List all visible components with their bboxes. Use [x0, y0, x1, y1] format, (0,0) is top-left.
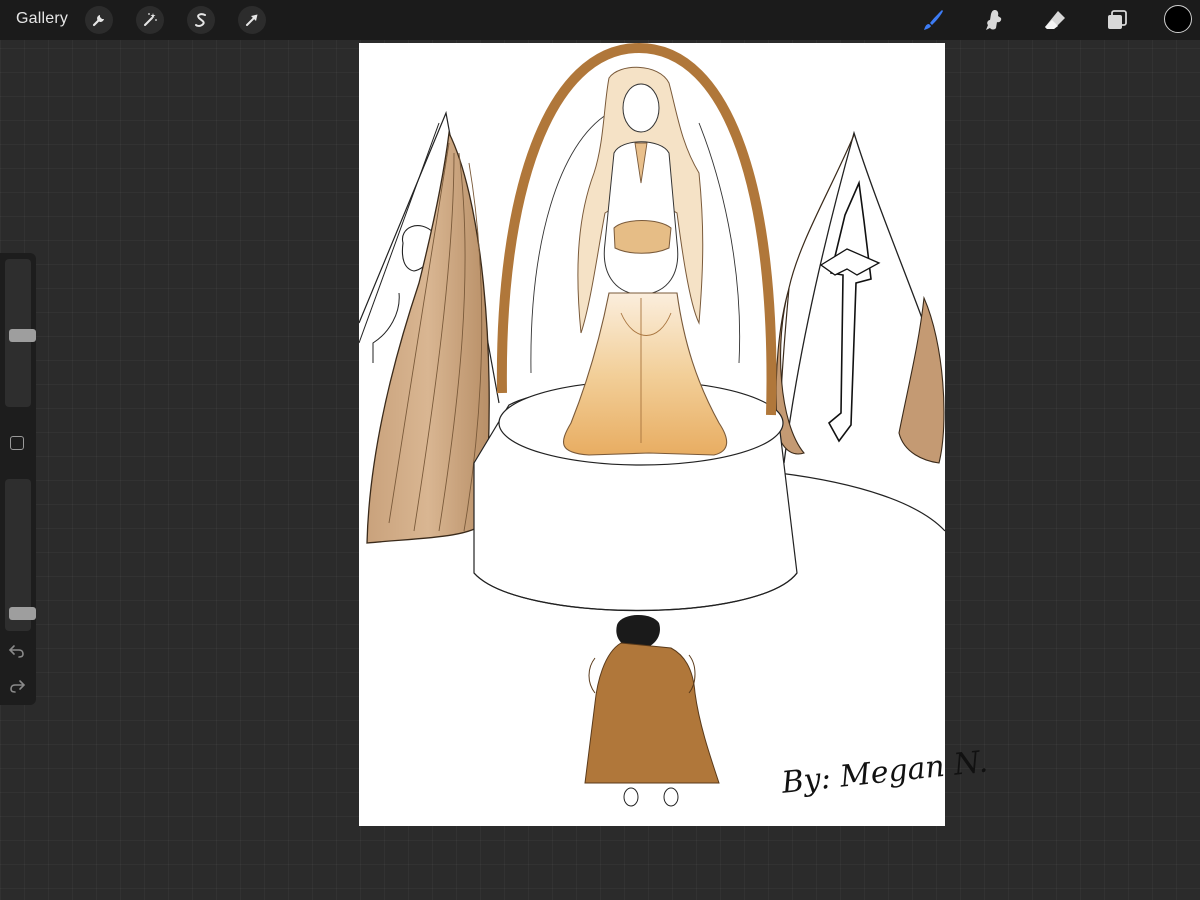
floor-line — [778, 472, 945, 532]
left-sidebar — [0, 253, 36, 705]
brush-size-slider-thumb[interactable] — [9, 329, 36, 343]
smudge-icon[interactable] — [980, 6, 1008, 34]
kneeler-robe — [584, 642, 720, 784]
wrench-icon[interactable] — [85, 6, 113, 34]
brush-size-slider[interactable] — [5, 259, 36, 407]
left-curtain — [366, 130, 490, 544]
arrow-cursor-icon[interactable] — [238, 6, 266, 34]
color-picker-button[interactable] — [1164, 5, 1192, 33]
artwork-drawing — [359, 43, 945, 807]
layers-icon[interactable] — [1103, 6, 1131, 34]
undo-icon[interactable] — [8, 642, 28, 662]
top-toolbar: Gallery — [0, 0, 1200, 40]
brush-icon[interactable] — [919, 6, 947, 34]
modify-button[interactable] — [10, 436, 24, 450]
gallery-button[interactable]: Gallery — [16, 10, 68, 28]
goddess-face — [622, 83, 660, 133]
eraser-icon[interactable] — [1041, 6, 1069, 34]
sword — [827, 180, 872, 443]
opacity-slider[interactable] — [5, 479, 36, 631]
redo-icon[interactable] — [8, 677, 28, 697]
drawing-canvas[interactable] — [359, 43, 945, 826]
right-curtain-right — [898, 295, 945, 464]
opacity-slider-thumb[interactable] — [9, 607, 36, 621]
selection-s-icon[interactable] — [187, 6, 215, 34]
magic-wand-icon[interactable] — [136, 6, 164, 34]
goddess-dress — [562, 292, 728, 456]
